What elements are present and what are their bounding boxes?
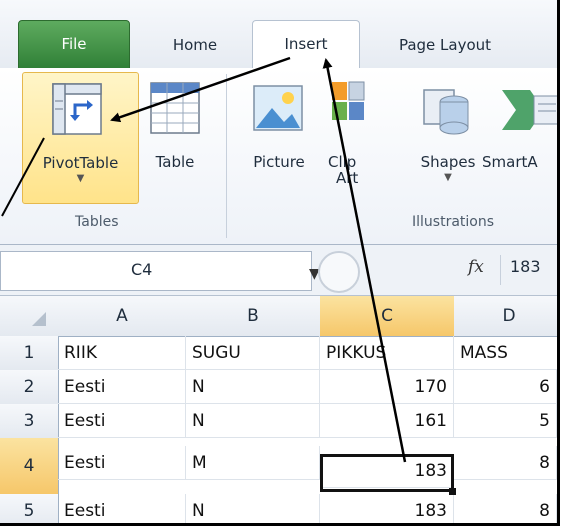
clip-art-label-2: Art <box>336 169 359 187</box>
smartart-icon <box>502 90 557 130</box>
cell-a1[interactable]: RIIK <box>58 336 186 370</box>
fill-handle[interactable] <box>449 488 456 495</box>
tab-insert[interactable]: Insert <box>252 20 360 70</box>
cell-d2[interactable]: 6 <box>454 370 557 404</box>
chevron-down-icon: ▼ <box>444 172 452 183</box>
formula-bar: C4 ▼ fx 183 <box>0 245 557 296</box>
cell-c3[interactable]: 161 <box>320 404 454 438</box>
cell-a2[interactable]: Eesti <box>58 370 186 404</box>
column-header-c[interactable]: C <box>320 296 455 337</box>
shapes-button[interactable]: Shapes ▼ <box>416 72 480 202</box>
picture-button[interactable]: Picture <box>238 72 320 202</box>
column-header-a[interactable]: A <box>58 296 187 337</box>
tab-page-layout[interactable]: Page Layout <box>380 24 510 67</box>
smartart-label: SmartA <box>482 153 538 171</box>
name-box[interactable]: C4 ▼ <box>0 251 320 291</box>
cell-b1[interactable]: SUGU <box>186 336 320 370</box>
formula-input[interactable]: 183 <box>510 257 541 276</box>
cell-b5[interactable]: N <box>186 494 320 523</box>
formula-separator <box>500 255 501 285</box>
ribbon-tab-bar: File Home Insert Page Layout <box>0 0 557 70</box>
cell-c5[interactable]: 183 <box>320 494 454 523</box>
shapes-icon <box>423 89 469 135</box>
table-button[interactable]: Table <box>140 72 210 202</box>
active-cell-border <box>320 454 454 492</box>
row-header-5[interactable]: 5 <box>0 494 59 523</box>
row-header-1[interactable]: 1 <box>0 336 59 371</box>
tables-group-label: Tables <box>75 214 119 230</box>
pivottable-button[interactable]: PivotTable ▼ <box>22 72 139 204</box>
insert-ribbon: PivotTable ▼ Table Tables Picture Clip A… <box>0 68 557 245</box>
clip-art-button[interactable]: Clip Art <box>324 72 368 202</box>
cell-d5[interactable]: 8 <box>454 494 557 523</box>
cell-b2[interactable]: N <box>186 370 320 404</box>
insert-function-icon[interactable]: fx <box>468 257 484 277</box>
excel-window: File Home Insert Page Layout PivotTable … <box>0 0 560 526</box>
cell-d3[interactable]: 5 <box>454 404 557 438</box>
select-all-icon <box>32 312 46 326</box>
group-separator <box>226 74 227 238</box>
formula-bar-cancel-button[interactable] <box>318 251 360 293</box>
pivottable-label: PivotTable <box>42 154 119 172</box>
shapes-label: Shapes <box>420 153 476 171</box>
clip-art-icon <box>332 81 365 120</box>
worksheet-grid: A B C D 1 RIIK SUGU PIKKUS MASS 2 Eesti … <box>0 296 557 523</box>
picture-icon <box>253 85 303 131</box>
cell-a3[interactable]: Eesti <box>58 404 186 438</box>
row-header-3[interactable]: 3 <box>0 404 59 439</box>
cell-d1[interactable]: MASS <box>454 336 557 370</box>
row-header-4[interactable]: 4 <box>0 438 59 495</box>
cell-c2[interactable]: 170 <box>320 370 454 404</box>
illustrations-group-label: Illustrations <box>412 214 495 230</box>
row-header-2[interactable]: 2 <box>0 370 59 405</box>
tab-home[interactable]: Home <box>150 24 240 67</box>
column-header-d[interactable]: D <box>454 296 557 337</box>
tab-file[interactable]: File <box>18 20 130 70</box>
pivottable-icon <box>52 83 102 135</box>
picture-label: Picture <box>253 153 305 171</box>
cell-b3[interactable]: N <box>186 404 320 438</box>
cell-d4[interactable]: 8 <box>454 446 557 480</box>
cell-c1[interactable]: PIKKUS <box>320 336 454 370</box>
column-header-b[interactable]: B <box>186 296 321 337</box>
cell-a5[interactable]: Eesti <box>58 494 186 523</box>
smartart-button[interactable]: SmartA <box>482 72 557 202</box>
cell-b4[interactable]: M <box>186 446 320 480</box>
table-icon <box>150 82 200 134</box>
chevron-down-icon: ▼ <box>76 173 85 184</box>
name-box-value: C4 <box>131 260 153 279</box>
select-all-corner[interactable] <box>0 296 59 337</box>
table-label: Table <box>155 153 195 171</box>
cell-a4[interactable]: Eesti <box>58 446 186 480</box>
